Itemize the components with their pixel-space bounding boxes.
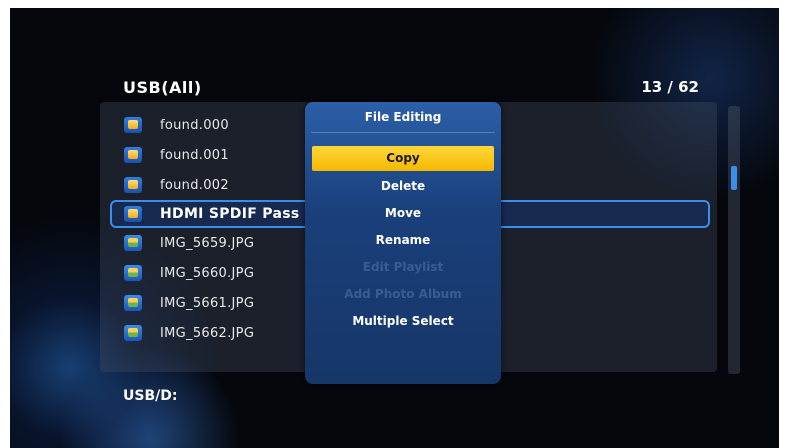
menu-item-move[interactable]: Move: [312, 200, 494, 227]
dialog-divider: [311, 132, 495, 133]
file-name: found.001: [160, 147, 229, 163]
page-counter: 13 / 62: [641, 78, 699, 96]
folder-icon: [124, 177, 142, 193]
file-name: IMG_5662.JPG: [160, 325, 255, 341]
menu-item-rename[interactable]: Rename: [312, 227, 494, 254]
dialog-title: File Editing: [364, 110, 442, 124]
page-title: USB(All): [123, 78, 202, 97]
image-file-icon: [124, 295, 142, 311]
media-player-screen: USB(All) 13 / 62 found.000 found.001 found…: [10, 8, 779, 448]
menu-item-copy[interactable]: Copy: [312, 146, 494, 171]
file-name: found.000: [160, 117, 229, 133]
file-name: IMG_5661.JPG: [160, 295, 255, 311]
image-file-icon: [124, 235, 142, 251]
file-name: IMG_5660.JPG: [160, 265, 255, 281]
folder-icon: [124, 117, 142, 133]
current-path: USB/D:: [123, 388, 178, 404]
file-name: HDMI SPDIF Pass: [160, 206, 300, 222]
file-editing-menu: Copy Delete Move Rename Edit Playlist Add Pho…: [312, 146, 494, 335]
file-editing-dialog: File Editing Copy Delete Move Rename Edit Pl…: [305, 102, 501, 384]
image-file-icon: [124, 265, 142, 281]
file-name: found.002: [160, 177, 229, 193]
menu-item-add-photo-album: Add Photo Album: [344, 287, 462, 301]
image-file-icon: [124, 325, 142, 341]
menu-item-multiple-select[interactable]: Multiple Select: [312, 308, 494, 335]
folder-icon: [124, 206, 142, 222]
file-name: IMG_5659.JPG: [160, 235, 255, 251]
menu-item-edit-playlist: Edit Playlist: [362, 260, 444, 274]
menu-item-delete[interactable]: Delete: [312, 173, 494, 200]
folder-icon: [124, 147, 142, 163]
scrollbar-thumb[interactable]: [731, 166, 737, 190]
scrollbar[interactable]: [728, 106, 740, 374]
